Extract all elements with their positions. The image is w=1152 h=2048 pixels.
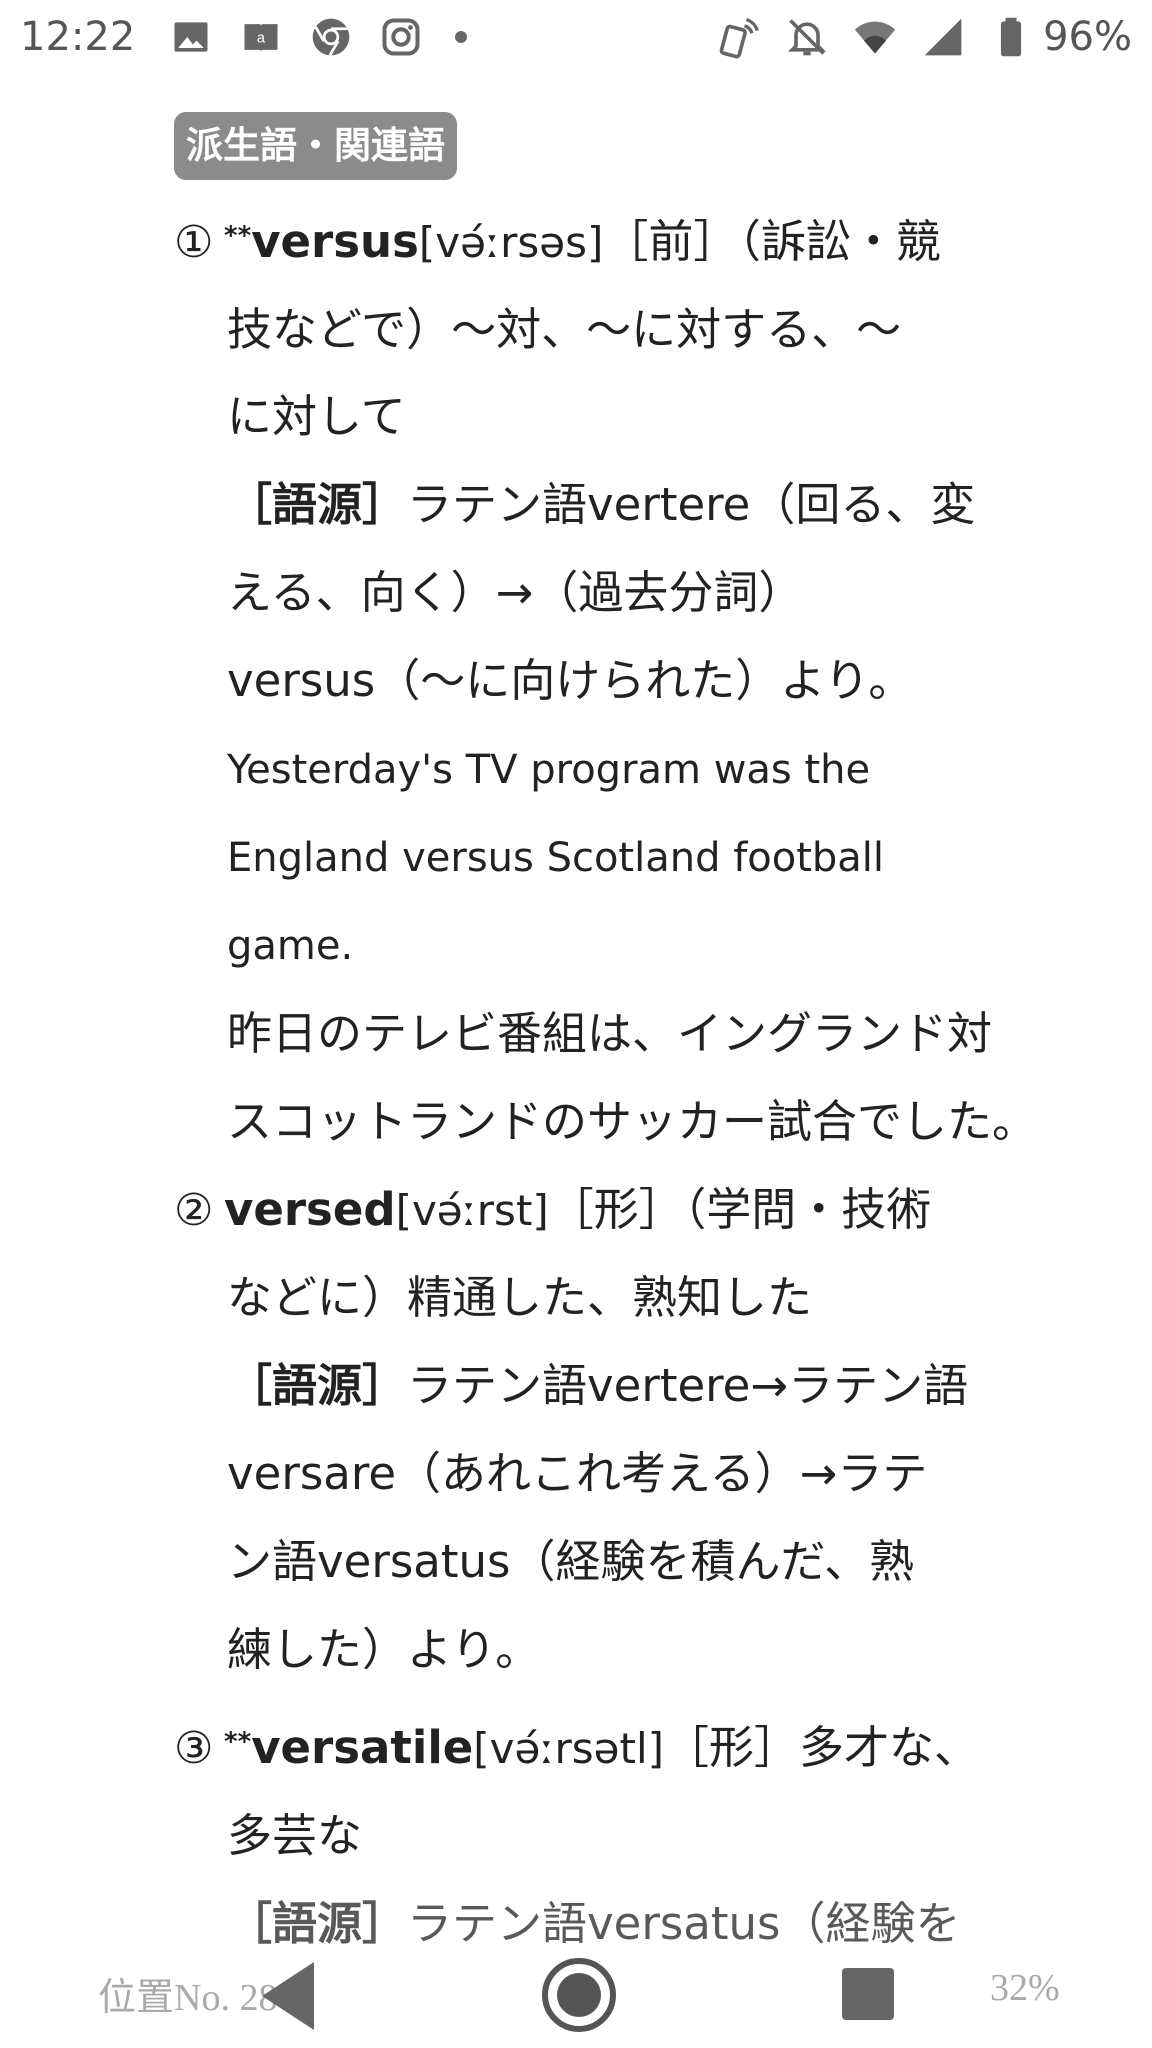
pronunciation: [vә́ːrsәs] (418, 218, 604, 267)
etymology-text: ラテン語vertere→ラテン語 (407, 1359, 969, 1412)
definition-line: 多芸な (227, 1809, 363, 1862)
etymology-label: ［語源］ (227, 1359, 408, 1412)
example-en-line: game. (227, 923, 354, 969)
etymology-line: versare（あれこれ考える）→ラテ (227, 1447, 928, 1500)
etymology-label: ［語源］ (227, 1897, 408, 1950)
etymology-text: ラテン語vertere（回る、変 (407, 478, 976, 531)
headword: versed (224, 1183, 396, 1236)
example-ja-line: 昨日のテレビ番組は、イングランド対 (227, 1007, 993, 1060)
example-ja-line: スコットランドのサッカー試合でした。 (227, 1095, 1038, 1148)
etymology-line: ［語源］ラテン語versatus（経験を (227, 1894, 960, 1954)
etymology-line: ン語versatus（経験を積んだ、熟 (227, 1535, 915, 1588)
entry-head-versus: ① **versus[vә́ːrsәs]［前］（訴訟・競 (174, 212, 941, 273)
pronunciation: [vә́ːrst] (395, 1186, 549, 1235)
definition-line: に対して (227, 390, 406, 443)
reading-progress: 32% (990, 1967, 1060, 2009)
entry-number: ③ (174, 1723, 214, 1774)
importance-stars: ** (224, 1727, 252, 1757)
importance-stars: ** (224, 221, 252, 251)
example-en-line: England versus Scotland football (227, 835, 885, 881)
etymology-line: ［語源］ラテン語vertere（回る、変 (227, 475, 975, 535)
etymology-label: ［語源］ (227, 478, 408, 531)
headword: versatile (251, 1721, 474, 1774)
etymology-line: ［語源］ラテン語vertere→ラテン語 (227, 1356, 968, 1416)
etymology-line: 練した）より。 (227, 1623, 541, 1676)
entry-head-versed: ② versed[vә́ːrst]［形］（学問・技術 (174, 1180, 931, 1241)
nav-back-button[interactable] (258, 1958, 318, 2034)
part-of-speech-definition: ［形］（学問・技術 (548, 1183, 932, 1236)
part-of-speech-definition: ［前］（訴訟・競 (603, 215, 941, 268)
part-of-speech-definition: ［形］多才な、 (664, 1721, 980, 1774)
entry-number: ① (174, 217, 214, 268)
etymology-line: versus（～に向けられた）より。 (227, 654, 914, 707)
back-triangle-icon (262, 1962, 314, 2030)
pronunciation: [vә́ːrsәtl] (473, 1724, 665, 1773)
entry-number: ② (174, 1185, 214, 1236)
headword: versus (251, 215, 419, 268)
section-badge: 派生語・関連語 (174, 112, 457, 180)
example-en-line: Yesterday's TV program was the (227, 747, 871, 793)
entry-head-versatile: ③ **versatile[vә́ːrsәtl]［形］多才な、 (174, 1718, 979, 1779)
nav-recents-button[interactable] (842, 1968, 894, 2020)
definition-line: などに）精通した、熟知した (227, 1271, 813, 1324)
book-page[interactable]: 派生語・関連語 ① **versus[vә́ːrsәs]［前］（訴訟・競 技などで… (0, 0, 1152, 2048)
home-circle-icon (542, 1958, 616, 2032)
etymology-line: える、向く）→（過去分詞） (227, 566, 804, 619)
definition-line: 技などで）～対、～に対する、～ (227, 303, 902, 356)
nav-home-button[interactable] (540, 1956, 618, 2034)
etymology-text: ラテン語versatus（経験を (407, 1897, 961, 1950)
